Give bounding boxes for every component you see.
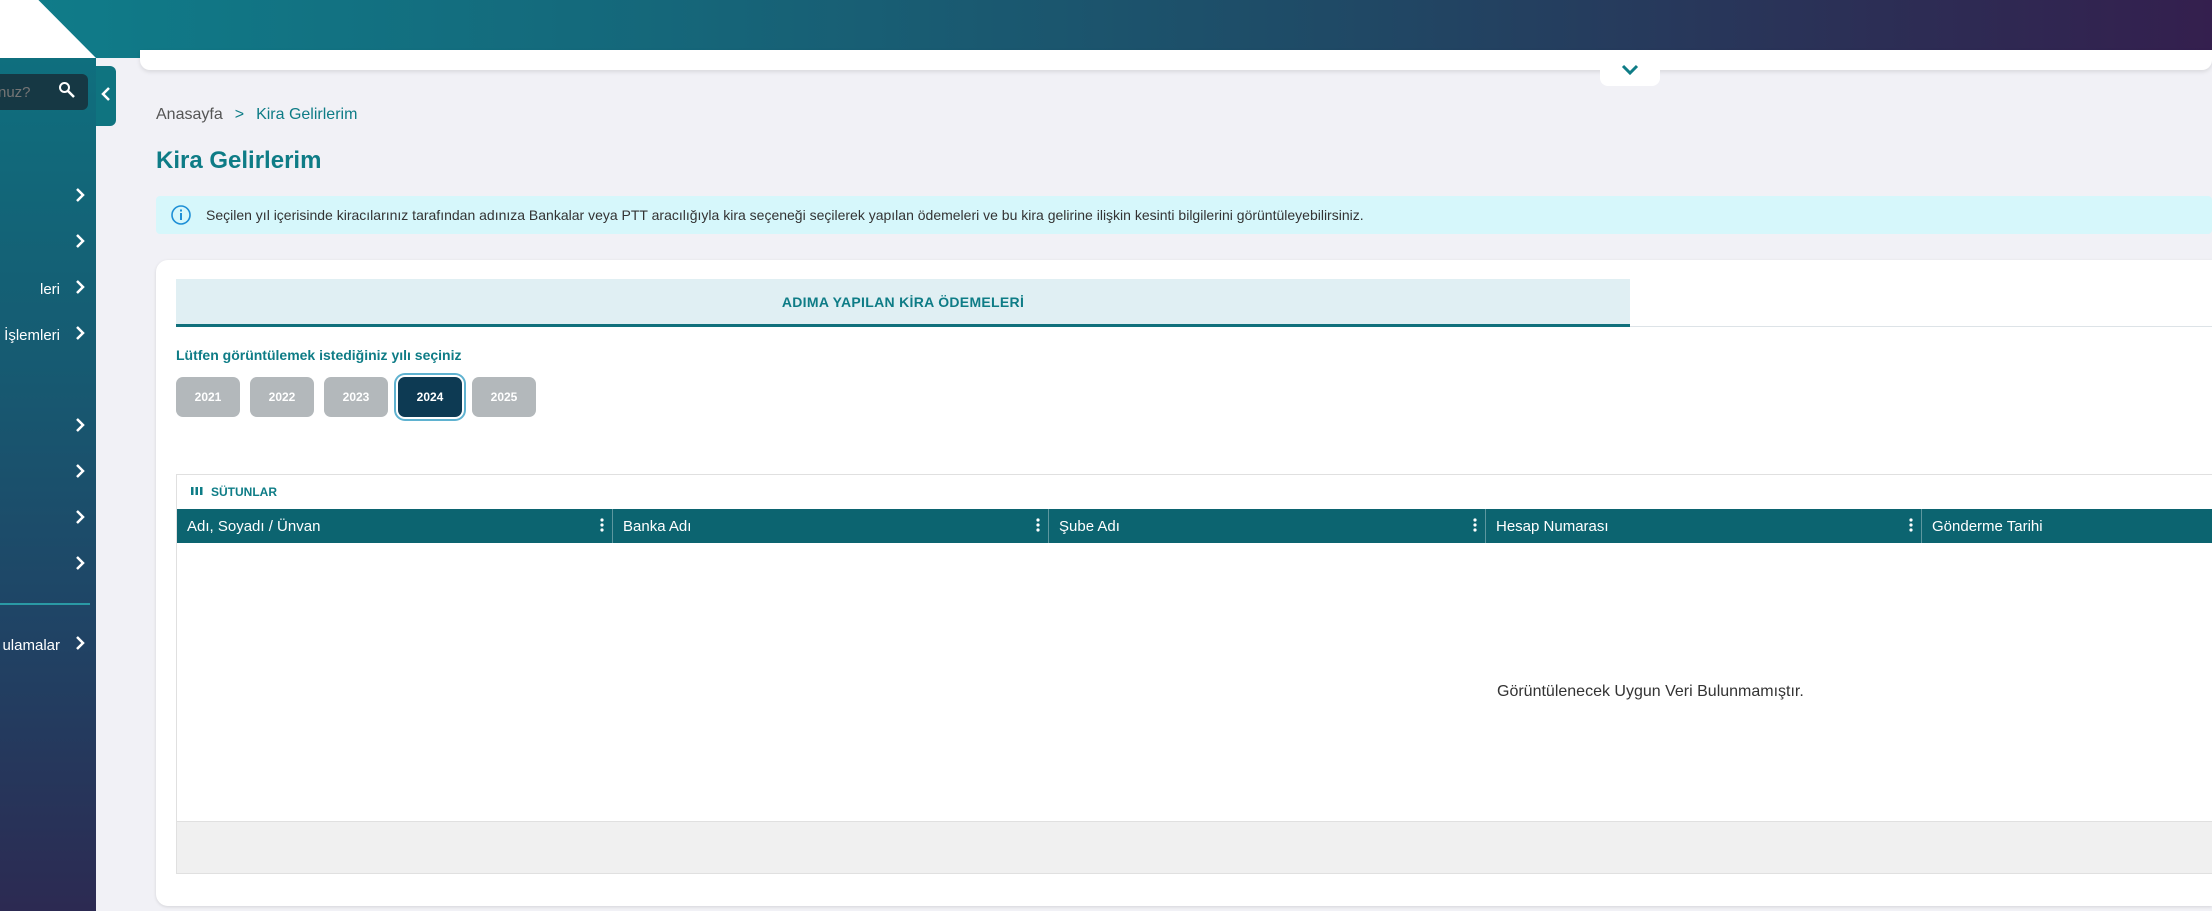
breadcrumb-separator: >: [234, 106, 245, 123]
sidebar-item[interactable]: [0, 499, 96, 539]
column-menu-icon[interactable]: [1036, 517, 1040, 537]
page-title: Kira Gelirlerim: [156, 147, 322, 174]
sidebar-item-label: ulamalar: [2, 636, 60, 654]
chevron-right-icon: [74, 509, 86, 530]
chevron-right-icon: [74, 463, 86, 484]
year-button-2024[interactable]: 2024: [398, 377, 462, 417]
column-header-bank[interactable]: Banka Adı: [613, 509, 1049, 543]
sidebar-item[interactable]: leri: [0, 269, 96, 309]
column-header-name[interactable]: Adı, Soyadı / Ünvan: [177, 509, 613, 543]
year-button-2025[interactable]: 2025: [472, 377, 536, 417]
column-header-label: Adı, Soyadı / Ünvan: [187, 517, 321, 535]
breadcrumb-home[interactable]: Anasayfa: [156, 106, 223, 124]
column-header-label: Banka Adı: [623, 517, 692, 535]
column-menu-icon[interactable]: [1909, 517, 1913, 537]
columns-button[interactable]: SÜTUNLAR: [177, 475, 2212, 509]
sidebar-item-label: l İşlemleri: [0, 326, 60, 344]
chevron-left-icon: [101, 86, 111, 107]
year-selector: 2021 2022 2023 2024 2025: [176, 377, 536, 417]
tab-rent-payments[interactable]: ADIMA YAPILAN KİRA ÖDEMELERİ: [176, 279, 1630, 327]
info-text: Seçilen yıl içerisinde kiracılarınız tar…: [206, 207, 1364, 223]
chevron-right-icon: [74, 187, 86, 208]
sidebar-item[interactable]: [0, 407, 96, 447]
empty-message: Görüntülenecek Uygun Veri Bulunmamıştır.: [1497, 683, 1804, 700]
search-input[interactable]: [0, 74, 50, 110]
sidebar-item[interactable]: [0, 453, 96, 493]
logo[interactable]: [0, 0, 96, 58]
sidebar-item[interactable]: [0, 545, 96, 585]
chevron-right-icon: [74, 279, 86, 300]
columns-label: SÜTUNLAR: [211, 485, 277, 499]
sidebar-item[interactable]: [0, 177, 96, 217]
breadcrumb: Anasayfa > Kira Gelirlerim: [156, 106, 357, 124]
columns-icon: [191, 485, 203, 499]
info-icon: [170, 204, 192, 226]
content-card: ADIMA YAPILAN KİRA ÖDEMELERİ Lütfen görü…: [156, 260, 2212, 906]
chevron-right-icon: [74, 417, 86, 438]
year-button-2023[interactable]: 2023: [324, 377, 388, 417]
sidebar-item-label: leri: [39, 280, 60, 298]
column-header-label: Şube Adı: [1059, 517, 1120, 535]
sidebar: leri l İşlemleri ulamalar: [0, 58, 96, 911]
chevron-right-icon: [74, 325, 86, 346]
chevron-right-icon: [74, 635, 86, 656]
chevron-right-icon: [74, 555, 86, 576]
column-menu-icon[interactable]: [1473, 517, 1477, 537]
header-strip: [140, 50, 2212, 70]
grid-header: Adı, Soyadı / Ünvan Banka Adı Şube Adı H…: [177, 509, 2212, 543]
tab-strip: ADIMA YAPILAN KİRA ÖDEMELERİ: [176, 279, 2212, 327]
sidebar-search: [0, 74, 88, 110]
column-header-label: Hesap Numarası: [1496, 517, 1609, 535]
column-header-branch[interactable]: Şube Adı: [1049, 509, 1486, 543]
info-banner: Seçilen yıl içerisinde kiracılarınız tar…: [156, 196, 2212, 234]
sidebar-collapse-button[interactable]: [96, 66, 116, 126]
sidebar-item[interactable]: [0, 223, 96, 263]
data-grid: SÜTUNLAR Adı, Soyadı / Ünvan Banka Adı Ş…: [176, 474, 2212, 874]
chevron-right-icon: [74, 233, 86, 254]
sidebar-divider: [0, 603, 90, 605]
breadcrumb-current[interactable]: Kira Gelirlerim: [256, 106, 357, 124]
search-icon[interactable]: [58, 81, 76, 104]
sidebar-item[interactable]: ulamalar: [0, 625, 96, 665]
column-menu-icon[interactable]: [600, 517, 604, 537]
column-header-date[interactable]: Gönderme Tarihi: [1922, 509, 2212, 543]
year-button-2022[interactable]: 2022: [250, 377, 314, 417]
column-header-label: Gönderme Tarihi: [1932, 517, 2043, 535]
sidebar-item[interactable]: l İşlemleri: [0, 315, 96, 355]
chevron-down-icon: [1621, 63, 1639, 81]
year-button-2021[interactable]: 2021: [176, 377, 240, 417]
grid-body: Görüntülenecek Uygun Veri Bulunmamıştır.: [177, 543, 2212, 823]
grid-footer: [177, 821, 2212, 873]
header-collapse-button[interactable]: [1600, 58, 1660, 86]
column-header-account[interactable]: Hesap Numarası: [1486, 509, 1922, 543]
year-prompt: Lütfen görüntülemek istediğiniz yılı seç…: [176, 347, 462, 363]
